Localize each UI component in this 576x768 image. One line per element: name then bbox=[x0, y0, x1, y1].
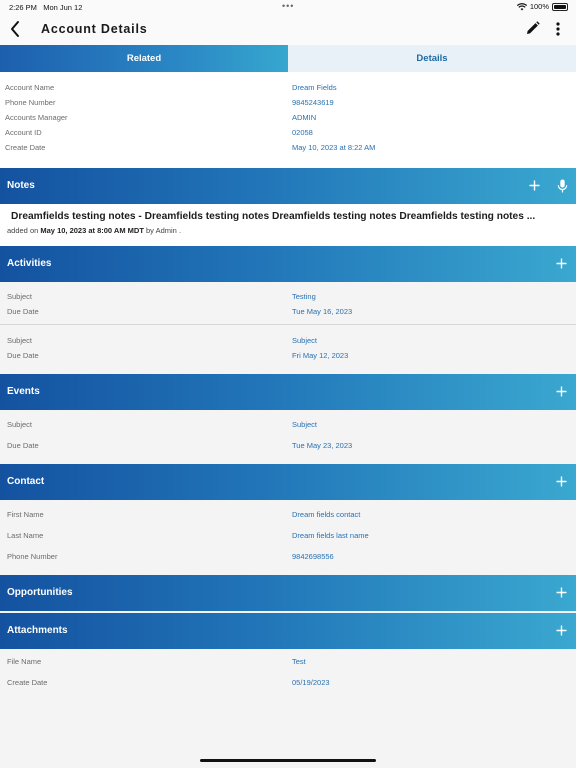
field-label: Subject bbox=[7, 336, 33, 345]
activities-section-header: Activities bbox=[0, 246, 576, 282]
note-meta: added on May 10, 2023 at 8:00 AM MDT by … bbox=[7, 226, 182, 235]
field-value: Dream fields last name bbox=[292, 531, 369, 540]
home-indicator[interactable] bbox=[200, 759, 376, 762]
field-value: Subject bbox=[292, 336, 318, 345]
field-value: Dream Fields bbox=[292, 83, 337, 92]
field-value: Dream fields contact bbox=[292, 510, 361, 519]
back-chevron-icon[interactable] bbox=[6, 19, 26, 39]
field-value: Subject bbox=[292, 420, 318, 429]
field-label: Last Name bbox=[7, 531, 44, 540]
divider bbox=[0, 324, 576, 325]
battery-icon bbox=[552, 2, 568, 11]
tab-details[interactable]: Details bbox=[288, 45, 576, 72]
field-label: Subject bbox=[7, 420, 33, 429]
section-title: Attachments bbox=[7, 625, 68, 636]
multitask-dots[interactable]: ••• bbox=[282, 1, 294, 11]
tab-related[interactable]: Related bbox=[0, 45, 288, 72]
field-value: May 10, 2023 at 8:22 AM bbox=[292, 143, 376, 152]
field-label: Due Date bbox=[7, 441, 39, 450]
section-title: Contact bbox=[7, 476, 45, 487]
segmented-tabs: Related Details bbox=[0, 45, 576, 72]
field-value: ADMIN bbox=[292, 113, 317, 122]
attachments-section-header: Attachments bbox=[0, 613, 576, 649]
field-value: Tue May 16, 2023 bbox=[292, 307, 353, 316]
field-label: Due Date bbox=[7, 307, 39, 316]
page-title: Account Details bbox=[41, 22, 148, 36]
field-label: First Name bbox=[7, 510, 44, 519]
field-label: Account ID bbox=[5, 128, 42, 137]
account-info-panel bbox=[0, 72, 576, 168]
field-label: Subject bbox=[7, 292, 33, 301]
notes-section-header: Notes bbox=[0, 168, 576, 204]
navigation-bar: Account Details bbox=[0, 14, 576, 45]
battery-percent: 100% bbox=[529, 2, 549, 11]
section-title: Events bbox=[7, 386, 40, 397]
field-value: Testing bbox=[292, 292, 316, 301]
field-label: Create Date bbox=[5, 143, 46, 152]
field-label: Create Date bbox=[7, 678, 48, 687]
field-label: File Name bbox=[7, 657, 42, 666]
field-value[interactable]: Test bbox=[292, 657, 306, 666]
note-text[interactable]: Dreamfields testing notes - Dreamfields … bbox=[11, 211, 535, 222]
account-details-screen: 2:26 PM Mon Jun 12 ••• 100% Account Deta… bbox=[0, 0, 576, 768]
edit-pencil-icon[interactable] bbox=[524, 20, 541, 37]
section-title: Notes bbox=[7, 180, 35, 191]
plus-icon[interactable] bbox=[529, 180, 540, 191]
wifi-icon bbox=[516, 2, 527, 10]
section-title: Opportunities bbox=[7, 587, 73, 598]
events-section-header: Events bbox=[0, 374, 576, 410]
note-date: May 10, 2023 at 8:00 AM MDT bbox=[40, 226, 144, 235]
field-label: Phone Number bbox=[5, 98, 56, 107]
field-value[interactable]: 9842698556 bbox=[292, 552, 334, 561]
microphone-icon[interactable] bbox=[557, 179, 568, 193]
contact-section-header: Contact bbox=[0, 464, 576, 500]
field-value: 02058 bbox=[292, 128, 313, 137]
plus-icon[interactable] bbox=[556, 587, 567, 598]
field-label: Account Name bbox=[5, 83, 55, 92]
opportunities-section-header: Opportunities bbox=[0, 575, 576, 611]
field-label: Due Date bbox=[7, 351, 39, 360]
plus-icon[interactable] bbox=[556, 258, 567, 269]
field-label: Phone Number bbox=[7, 552, 58, 561]
note-author: Admin bbox=[155, 226, 177, 235]
plus-icon[interactable] bbox=[556, 386, 567, 397]
status-time: 2:26 PM Mon Jun 12 bbox=[9, 3, 83, 12]
plus-icon[interactable] bbox=[556, 476, 567, 487]
field-value: Fri May 12, 2023 bbox=[292, 351, 349, 360]
field-value: 05/19/2023 bbox=[292, 678, 330, 687]
status-bar: 2:26 PM Mon Jun 12 ••• 100% bbox=[0, 0, 576, 14]
field-value: Tue May 23, 2023 bbox=[292, 441, 353, 450]
more-vertical-icon[interactable] bbox=[552, 20, 564, 38]
section-title: Activities bbox=[7, 258, 52, 269]
plus-icon[interactable] bbox=[556, 625, 567, 636]
field-label: Accounts Manager bbox=[5, 113, 68, 122]
field-value[interactable]: 9845243619 bbox=[292, 98, 334, 107]
status-right: 100% bbox=[516, 2, 568, 11]
